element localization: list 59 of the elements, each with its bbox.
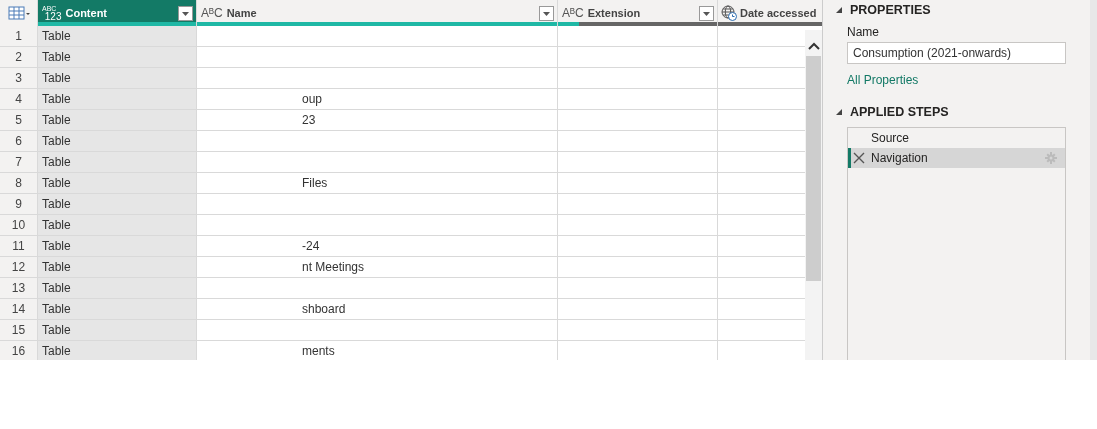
table-cell: Table — [38, 152, 197, 172]
table-cell: oup — [302, 92, 323, 106]
delete-icon — [853, 152, 865, 164]
table-cell: Table — [38, 341, 197, 360]
row-number: 14 — [0, 299, 38, 319]
table-cell: Table — [38, 320, 197, 340]
row-number: 16 — [0, 341, 38, 360]
row-number: 7 — [0, 152, 38, 172]
table-cell: ments — [302, 344, 335, 358]
vertical-scrollbar[interactable] — [805, 30, 822, 360]
table-cell: Table — [38, 236, 197, 256]
row-number: 6 — [0, 131, 38, 151]
globe-clock-icon — [721, 5, 737, 21]
scrollbar-thumb[interactable] — [806, 56, 821, 281]
row-number: 10 — [0, 215, 38, 235]
row-number: 15 — [0, 320, 38, 340]
step-item[interactable]: Source — [848, 128, 1065, 148]
row-number: 5 — [0, 110, 38, 130]
section-heading: APPLIED STEPS — [850, 105, 949, 119]
table-cell: Table — [38, 278, 197, 298]
type-label: AᴮC — [201, 6, 223, 20]
collapse-icon — [835, 6, 843, 14]
row-number: 9 — [0, 194, 38, 214]
collapse-icon — [835, 108, 843, 116]
row-number: 8 — [0, 173, 38, 193]
gear-icon — [1045, 152, 1057, 164]
scroll-up-icon — [807, 42, 820, 50]
table-cell: Table — [38, 110, 197, 130]
table-cell: Table — [38, 299, 197, 319]
row-number: 4 — [0, 89, 38, 109]
table-cell: nt Meetings — [302, 260, 365, 274]
table-cell: Table — [38, 194, 197, 214]
type-label: AᴮC — [562, 6, 584, 20]
table-cell: Table — [38, 215, 197, 235]
row-number: 2 — [0, 47, 38, 67]
table-cell: Table — [38, 68, 197, 88]
step-item[interactable]: Navigation — [848, 148, 1065, 168]
table-cell: shboard — [302, 302, 346, 316]
row-number: 11 — [0, 236, 38, 256]
row-number: 1 — [0, 26, 38, 46]
row-number: 3 — [0, 68, 38, 88]
row-number: 13 — [0, 278, 38, 298]
section-heading: PROPERTIES — [850, 3, 931, 17]
row-number: 12 — [0, 257, 38, 277]
column-header[interactable]: AᴮC Name — [197, 0, 558, 26]
table-cell: Table — [38, 173, 197, 193]
table-cell: -24 — [302, 239, 320, 253]
table-cell: Table — [38, 26, 197, 46]
column-header[interactable]: AᴮC Extension — [558, 0, 718, 26]
field-label: Name — [847, 25, 880, 39]
table-icon — [7, 6, 30, 20]
table-cell: Table — [38, 47, 197, 67]
table-cell: Files — [302, 176, 328, 190]
table-cell: Table — [38, 131, 197, 151]
table-cell: Table — [38, 89, 197, 109]
table-cell: 23 — [302, 113, 316, 127]
all-properties-link[interactable]: All Properties — [847, 73, 919, 87]
name-field[interactable]: Consumption (2021-onwards) — [847, 42, 1066, 64]
table-cell: Table — [38, 257, 197, 277]
